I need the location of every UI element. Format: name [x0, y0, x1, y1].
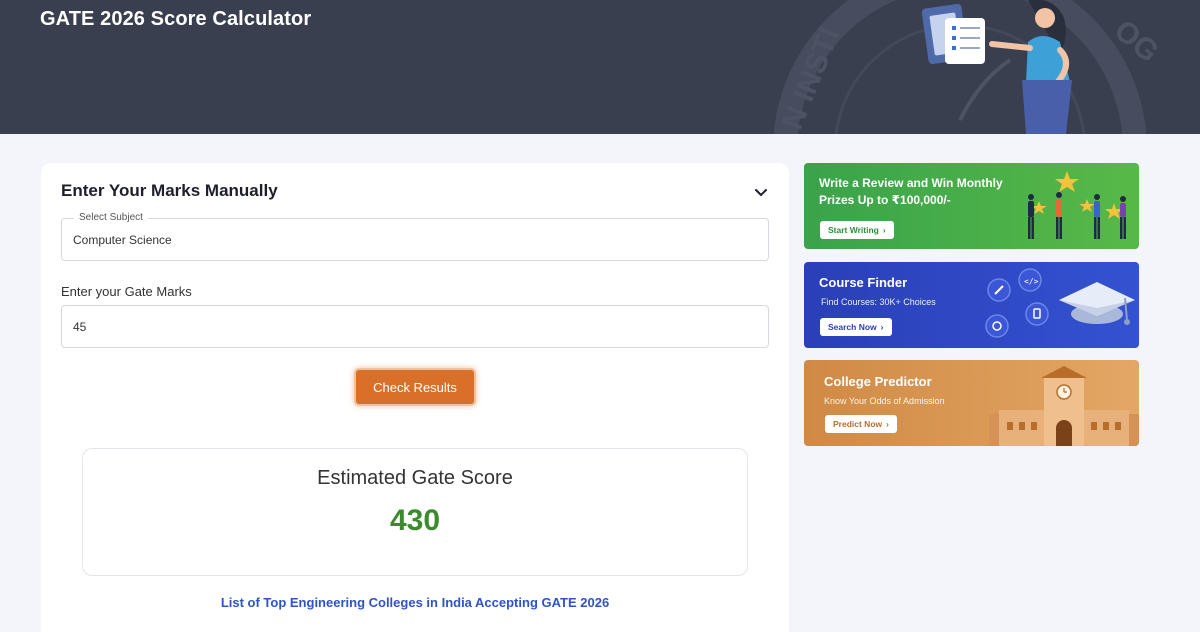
graduation-cap-illustration: </> — [985, 268, 1135, 338]
review-banner[interactable]: Write a Review and Win Monthly Prizes Up… — [804, 163, 1139, 249]
college-building-illustration — [989, 366, 1139, 446]
college-predictor-subtitle: Know Your Odds of Admission — [824, 396, 945, 406]
chevron-down-icon[interactable] — [751, 183, 771, 203]
svg-text:N INSTI: N INSTI — [776, 23, 847, 134]
colleges-link[interactable]: List of Top Engineering Colleges in Indi… — [41, 595, 789, 610]
calculator-title: Enter Your Marks Manually — [61, 181, 278, 200]
course-finder-banner[interactable]: Course Finder Find Courses: 30K+ Choices… — [804, 262, 1139, 348]
college-predictor-title: College Predictor — [824, 374, 932, 389]
woman-with-tablet-illustration: N INSTI OG — [773, 0, 1165, 134]
subject-value: Computer Science — [73, 232, 172, 247]
page-title: GATE 2026 Score Calculator — [40, 8, 312, 30]
start-writing-button[interactable]: Start Writing › — [820, 221, 894, 239]
chevron-right-icon: › — [882, 225, 886, 235]
marks-input[interactable]: 45 — [61, 305, 769, 348]
marks-value: 45 — [73, 319, 87, 334]
check-results-button[interactable]: Check Results — [354, 368, 476, 406]
predict-now-button[interactable]: Predict Now › — [825, 415, 897, 433]
course-finder-title: Course Finder — [819, 275, 908, 290]
course-finder-subtitle: Find Courses: 30K+ Choices — [821, 297, 936, 307]
college-predictor-banner[interactable]: College Predictor Know Your Odds of Admi… — [804, 360, 1139, 446]
calculator-card: Enter Your Marks Manually Select Subject… — [41, 163, 789, 632]
hero-header: GATE 2026 Score Calculator N INSTI OG — [0, 0, 1200, 134]
subject-label: Select Subject — [74, 212, 148, 223]
score-value: 430 — [389, 504, 441, 537]
people-with-stars-illustration — [1028, 171, 1126, 239]
calculator-header[interactable]: Enter Your Marks Manually — [61, 181, 771, 205]
score-title: Estimated Gate Score — [317, 467, 513, 489]
score-result-box: Estimated Gate Score 430 — [82, 448, 748, 576]
review-banner-title: Write a Review and Win Monthly Prizes Up… — [819, 176, 1003, 207]
search-now-button[interactable]: Search Now › — [820, 318, 892, 336]
marks-label: Enter your Gate Marks — [61, 284, 192, 299]
subject-select[interactable]: Select Subject Computer Science — [61, 212, 769, 261]
chevron-right-icon: › — [880, 322, 884, 332]
chevron-right-icon: › — [886, 419, 889, 429]
svg-text:</>: </> — [1024, 277, 1039, 286]
